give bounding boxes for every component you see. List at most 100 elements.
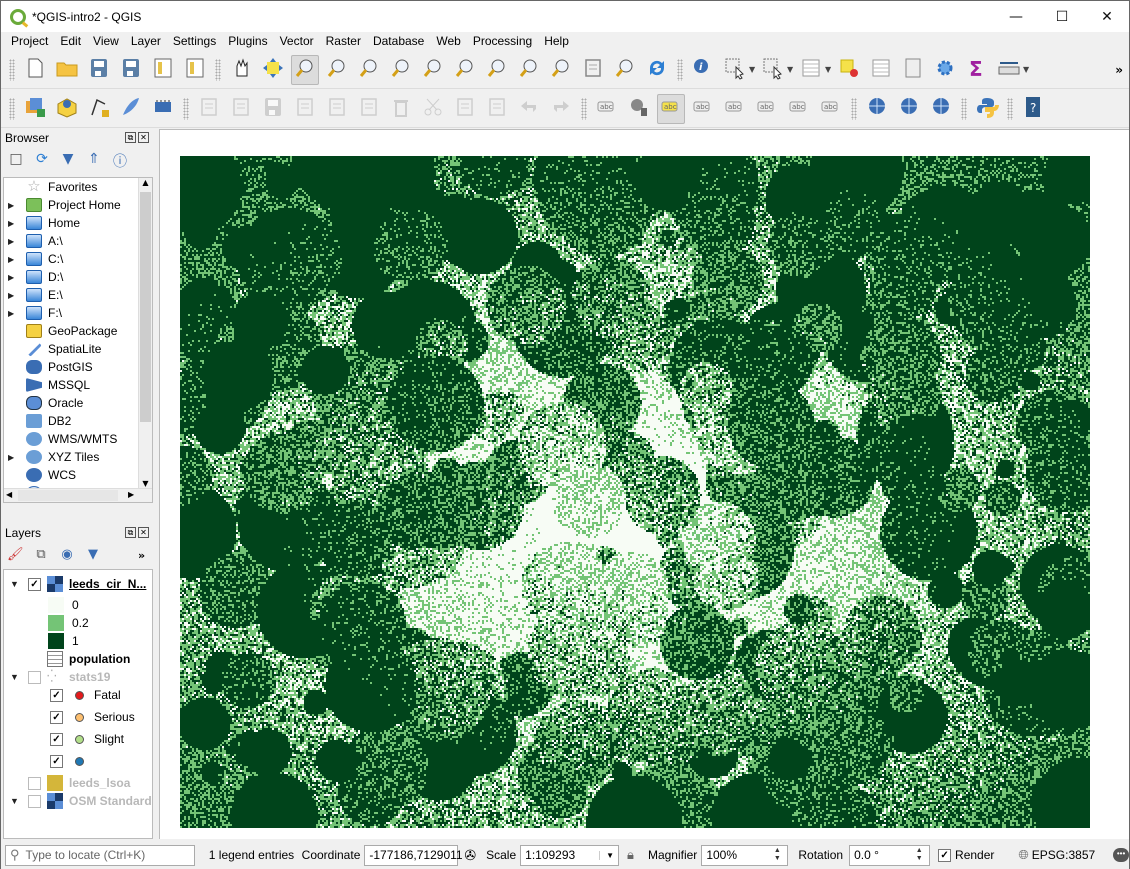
- legend-item-checkbox[interactable]: ✓: [50, 710, 63, 724]
- layer-visibility-checkbox[interactable]: [28, 776, 41, 790]
- add-selected-layers-icon[interactable]: □: [7, 151, 25, 171]
- new-bookmark-button[interactable]: [547, 55, 575, 85]
- measure-button[interactable]: [995, 55, 1023, 85]
- help-button[interactable]: ?: [1019, 94, 1047, 124]
- spatial-bookmark-button[interactable]: [611, 55, 639, 85]
- float-panel-icon[interactable]: ⧉: [125, 527, 136, 538]
- copy-features-button[interactable]: [451, 94, 479, 124]
- menu-project[interactable]: Project: [5, 34, 54, 48]
- scroll-down-icon[interactable]: ▼: [139, 479, 152, 488]
- layer-diagram-button[interactable]: [625, 94, 653, 124]
- layer-item[interactable]: ▼ ✓ leeds_cir_N...: [4, 574, 146, 594]
- crs-globe-icon[interactable]: 🌐︎: [1018, 847, 1028, 863]
- browser-item[interactable]: SpatiaLite: [4, 340, 152, 358]
- toolbar-grip-handle[interactable]: [215, 58, 221, 81]
- layer-item[interactable]: ▼ ⁛ stats19: [4, 667, 110, 687]
- globe-binoculars-button[interactable]: [927, 94, 955, 124]
- chevron-down-icon[interactable]: ▼: [825, 65, 833, 74]
- show-hide-labels-button[interactable]: abc: [721, 94, 749, 124]
- menu-layer[interactable]: Layer: [125, 34, 167, 48]
- toggle-extents-icon[interactable]: ✇: [464, 847, 476, 864]
- metasearch-button[interactable]: [863, 94, 891, 124]
- highlight-pinned-labels-button[interactable]: abc: [657, 93, 685, 124]
- coordinate-field[interactable]: -177186,7129011: [364, 844, 463, 866]
- map-canvas[interactable]: [159, 129, 1129, 839]
- data-source-manager-button[interactable]: [21, 94, 49, 124]
- layer-visibility-checkbox[interactable]: [28, 794, 41, 808]
- browser-item[interactable]: Oracle: [4, 394, 152, 412]
- toolbar-grip-handle[interactable]: [183, 97, 189, 120]
- change-label-button[interactable]: abc: [817, 94, 845, 124]
- browser-item[interactable]: ▶ XYZ Tiles: [4, 448, 152, 466]
- browser-item[interactable]: ▶ D:\: [4, 268, 152, 286]
- browser-item[interactable]: ▶ C:\: [4, 250, 152, 268]
- collapse-arrow-icon[interactable]: ▼: [10, 579, 22, 589]
- save-as-button[interactable]: [117, 55, 145, 85]
- layer-item[interactable]: ▼ OSM Standard: [4, 791, 152, 811]
- menu-raster[interactable]: Raster: [320, 34, 367, 48]
- browser-item[interactable]: ▶ F:\: [4, 304, 152, 322]
- expand-arrow-icon[interactable]: ▶: [8, 291, 18, 300]
- zoom-native-button[interactable]: [355, 55, 383, 85]
- move-label-button[interactable]: abc: [753, 94, 781, 124]
- chevron-down-icon[interactable]: ▼: [787, 65, 795, 74]
- toolbar-grip-handle[interactable]: [851, 97, 857, 120]
- new-geopackage-layer-button[interactable]: [53, 94, 81, 124]
- menu-help[interactable]: Help: [538, 34, 575, 48]
- close-panel-icon[interactable]: ✕: [138, 527, 149, 538]
- browser-item[interactable]: GeoPackage: [4, 322, 152, 340]
- browser-horizontal-scrollbar[interactable]: ◀ ▶: [4, 488, 152, 502]
- modify-attributes-button[interactable]: [355, 94, 383, 124]
- statistical-summary-button[interactable]: Σ: [963, 55, 991, 85]
- undo-button[interactable]: [515, 94, 543, 124]
- menu-web[interactable]: Web: [430, 34, 466, 48]
- toolbar-grip-handle[interactable]: [677, 58, 683, 81]
- scroll-left-icon[interactable]: ◀: [6, 490, 12, 499]
- rotation-spinbox[interactable]: 0.0 ° ▲ ▼: [849, 844, 931, 866]
- expand-arrow-icon[interactable]: ▶: [8, 309, 18, 318]
- select-features-button[interactable]: [759, 55, 787, 85]
- python-console-button[interactable]: [973, 94, 1001, 124]
- filter-icon[interactable]: ▼: [59, 151, 77, 171]
- zoom-out-button[interactable]: [323, 55, 351, 85]
- minimize-button[interactable]: —: [993, 1, 1039, 32]
- scroll-up-icon[interactable]: ▲: [139, 178, 152, 187]
- open-project-button[interactable]: [53, 55, 81, 85]
- expand-arrow-icon[interactable]: ▶: [8, 219, 18, 228]
- menu-edit[interactable]: Edit: [54, 34, 87, 48]
- processing-toolbox-button[interactable]: [931, 55, 959, 85]
- crs-button[interactable]: EPSG:3857: [1032, 848, 1095, 862]
- legend-item[interactable]: ✓: [4, 751, 94, 771]
- browser-item[interactable]: ▶ A:\: [4, 232, 152, 250]
- layer-visibility-checkbox[interactable]: ✓: [28, 577, 41, 591]
- close-panel-icon[interactable]: ✕: [138, 132, 149, 143]
- save-edits-button[interactable]: [259, 94, 287, 124]
- magnifier-spinbox[interactable]: 100% ▲ ▼: [701, 844, 789, 866]
- refresh-icon[interactable]: ⟳: [33, 151, 51, 171]
- zoom-in-button[interactable]: [291, 54, 319, 85]
- menu-view[interactable]: View: [87, 34, 125, 48]
- new-virtual-layer-button[interactable]: [149, 94, 177, 124]
- browser-item[interactable]: ▶ Project Home: [4, 196, 152, 214]
- current-edits-button[interactable]: [195, 94, 223, 124]
- legend-item[interactable]: ✓ Slight: [4, 729, 124, 749]
- layer-visibility-checkbox[interactable]: [28, 670, 41, 684]
- zoom-next-button[interactable]: [515, 55, 543, 85]
- legend-item-checkbox[interactable]: ✓: [50, 754, 63, 768]
- attribute-table-button[interactable]: [867, 55, 895, 85]
- float-panel-icon[interactable]: ⧉: [125, 132, 136, 143]
- expand-arrow-icon[interactable]: ▶: [8, 201, 18, 210]
- toolbar-grip-handle[interactable]: [9, 58, 15, 81]
- render-checkbox[interactable]: ✓: [938, 848, 952, 862]
- zoom-to-layer-button[interactable]: [451, 55, 479, 85]
- pin-labels-button[interactable]: abc: [689, 94, 717, 124]
- browser-item[interactable]: DB2: [4, 412, 152, 430]
- add-group-icon[interactable]: ⧉: [33, 547, 49, 562]
- collapse-arrow-icon[interactable]: ▼: [10, 796, 22, 806]
- hscroll-thumb[interactable]: [18, 490, 118, 501]
- browser-item[interactable]: PostGIS: [4, 358, 152, 376]
- lock-scale-icon[interactable]: 🔒︎: [627, 847, 634, 863]
- vertex-tool-button[interactable]: [323, 94, 351, 124]
- toolbar-grip-handle[interactable]: [1007, 97, 1013, 120]
- toggle-editing-button[interactable]: [227, 94, 255, 124]
